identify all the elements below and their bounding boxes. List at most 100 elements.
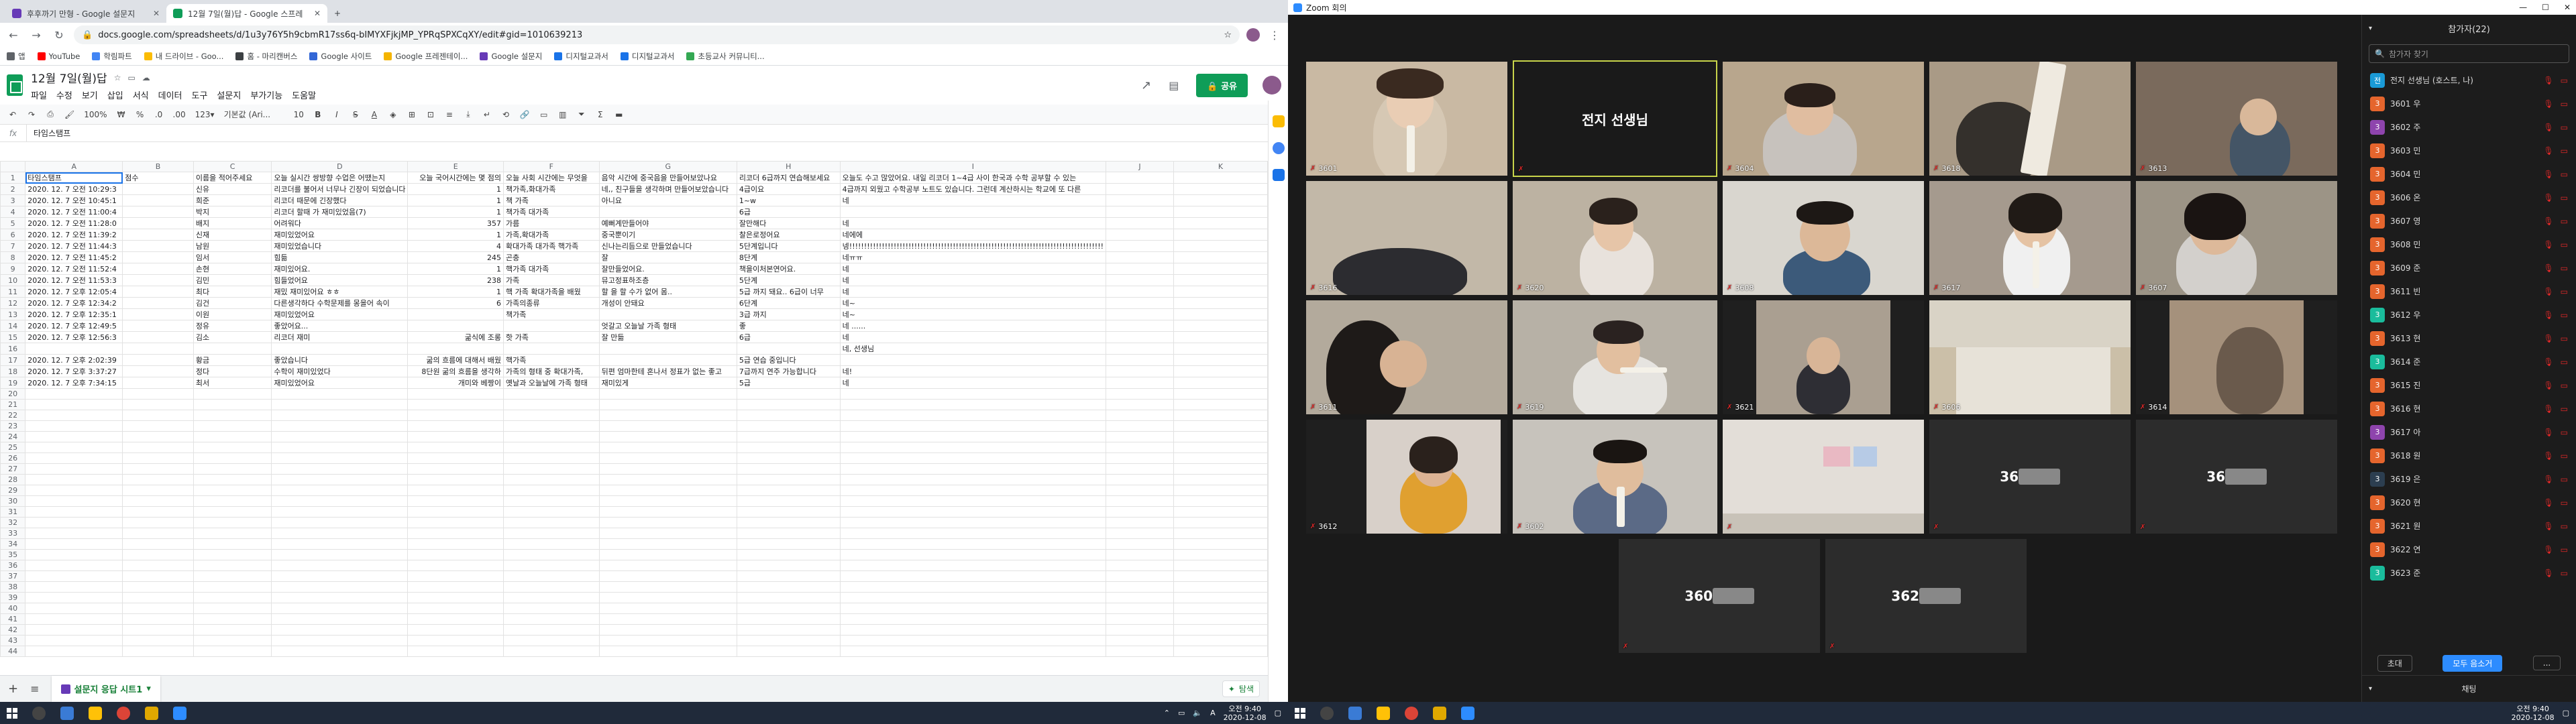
row-header[interactable]: 19 (0, 377, 26, 389)
row-header[interactable]: 7 (0, 240, 26, 252)
cell[interactable] (1106, 229, 1174, 241)
row-header[interactable]: 36 (0, 560, 26, 571)
cell[interactable] (503, 495, 600, 507)
cell[interactable]: 네, 선생님 (839, 343, 1107, 355)
cell[interactable] (407, 613, 504, 625)
cell[interactable] (839, 399, 1107, 410)
cell[interactable] (271, 343, 409, 355)
cell[interactable] (271, 474, 409, 485)
cell[interactable] (407, 560, 504, 571)
cell[interactable] (598, 646, 737, 657)
comment-icon[interactable]: ▤ (1169, 79, 1179, 92)
cell[interactable]: 오늘 사회 시간에는 무엇을 (503, 172, 600, 184)
tasks-icon[interactable] (1272, 142, 1285, 154)
cell[interactable] (503, 431, 600, 442)
cell[interactable] (407, 452, 504, 464)
bookmark-item[interactable]: 초등교사 커뮤니티... (686, 51, 765, 62)
cell[interactable]: 책가족,화대가족 (503, 183, 600, 195)
cell[interactable]: 6단계 (736, 297, 841, 309)
cell[interactable] (598, 399, 737, 410)
cell[interactable] (1106, 263, 1174, 275)
cell[interactable] (1173, 251, 1268, 263)
link-icon[interactable]: 🔗 (520, 110, 530, 119)
cell[interactable] (598, 570, 737, 582)
cell[interactable] (1106, 463, 1174, 475)
cell[interactable] (598, 343, 737, 355)
cell[interactable] (122, 635, 194, 646)
cell[interactable] (25, 528, 123, 539)
cell[interactable] (503, 624, 600, 636)
menu-view[interactable]: 보기 (82, 88, 98, 101)
cell[interactable] (1106, 560, 1174, 571)
cell[interactable]: 네~ (839, 297, 1107, 309)
cell[interactable]: 1 (407, 194, 504, 206)
cell[interactable] (839, 549, 1107, 560)
cell[interactable] (503, 603, 600, 614)
menu-tools[interactable]: 도구 (192, 88, 208, 101)
more-options-button[interactable]: ... (2532, 656, 2561, 670)
cell[interactable] (503, 549, 600, 560)
cell[interactable]: 곤충 (503, 251, 600, 263)
decrease-decimal-button[interactable]: .0 (154, 110, 164, 119)
cell[interactable] (1173, 463, 1268, 475)
cell[interactable]: 리코더 재미 (271, 331, 409, 343)
move-folder-icon[interactable]: ▭ (127, 73, 135, 82)
cell[interactable]: 이원 (193, 308, 272, 320)
cell[interactable] (839, 431, 1107, 442)
cell[interactable] (407, 538, 504, 550)
cell[interactable] (122, 251, 194, 263)
video-tile[interactable]: ✗ 3620 (1513, 181, 1717, 295)
cell[interactable] (25, 613, 123, 625)
cell[interactable] (503, 613, 600, 625)
cell[interactable]: 정유 (193, 320, 272, 332)
bold-icon[interactable]: B (313, 110, 323, 119)
cell[interactable] (25, 452, 123, 464)
cell[interactable] (122, 474, 194, 485)
cell[interactable]: 오늘 국어시간에는 몇 점의 (407, 172, 504, 184)
video-tile[interactable]: ✗ 3602 (1513, 420, 1717, 534)
cell[interactable]: 뒤편 엄마한테 혼나서 정표가 없는 좋고 (598, 365, 737, 377)
cell[interactable] (839, 354, 1107, 366)
address-bar[interactable]: 🔒 docs.google.com/spreadsheets/d/1u3y76Y… (74, 25, 1240, 44)
cell[interactable]: 어려워다 (271, 217, 409, 229)
cell[interactable] (271, 506, 409, 518)
browser-tab-sheet[interactable]: 12월 7일(월)답 - Google 스프레 ✕ (166, 4, 327, 23)
row-header[interactable]: 15 (0, 331, 26, 343)
cell[interactable]: 핫 가족 (503, 331, 600, 343)
cell[interactable] (25, 517, 123, 528)
cell[interactable] (122, 410, 194, 421)
strikethrough-icon[interactable]: S (351, 110, 360, 119)
cell[interactable]: 245 (407, 251, 504, 263)
cell[interactable]: 5급 연습 중입니다 (736, 354, 841, 366)
cell[interactable]: 희준 (193, 194, 272, 206)
cell[interactable]: 정다 (193, 365, 272, 377)
cell[interactable] (1106, 549, 1174, 560)
cell[interactable] (122, 592, 194, 603)
row-header[interactable]: 25 (0, 442, 26, 453)
reload-icon[interactable]: ↻ (51, 29, 67, 42)
cell[interactable] (193, 603, 272, 614)
cell[interactable] (25, 603, 123, 614)
menu-addons[interactable]: 부가기능 (250, 88, 282, 101)
italic-icon[interactable]: I (332, 110, 341, 119)
row-header[interactable]: 13 (0, 308, 26, 320)
cell[interactable]: 2020. 12. 7 오전 11:00:4 (25, 206, 123, 218)
cell[interactable]: 네 (839, 194, 1107, 206)
cell[interactable] (407, 528, 504, 539)
cell[interactable]: 가족,확대가족 (503, 229, 600, 241)
cell[interactable] (1106, 635, 1174, 646)
cell[interactable] (1106, 377, 1174, 389)
cell[interactable]: 재미있었어요 (271, 377, 409, 389)
browser-tab-survey[interactable]: 후후까기 만형 - Google 설문지 ✕ (5, 4, 166, 23)
cell[interactable] (1173, 506, 1268, 518)
cell[interactable] (1106, 581, 1174, 593)
cell[interactable] (598, 549, 737, 560)
video-tile[interactable]: ✗ 3611 (1306, 300, 1507, 414)
cell[interactable] (271, 528, 409, 539)
cell[interactable]: 가름 (503, 217, 600, 229)
row-header[interactable]: 12 (0, 297, 26, 309)
cell[interactable]: 네 (839, 377, 1107, 389)
cell[interactable] (193, 495, 272, 507)
cell[interactable] (736, 474, 841, 485)
cell[interactable] (839, 528, 1107, 539)
